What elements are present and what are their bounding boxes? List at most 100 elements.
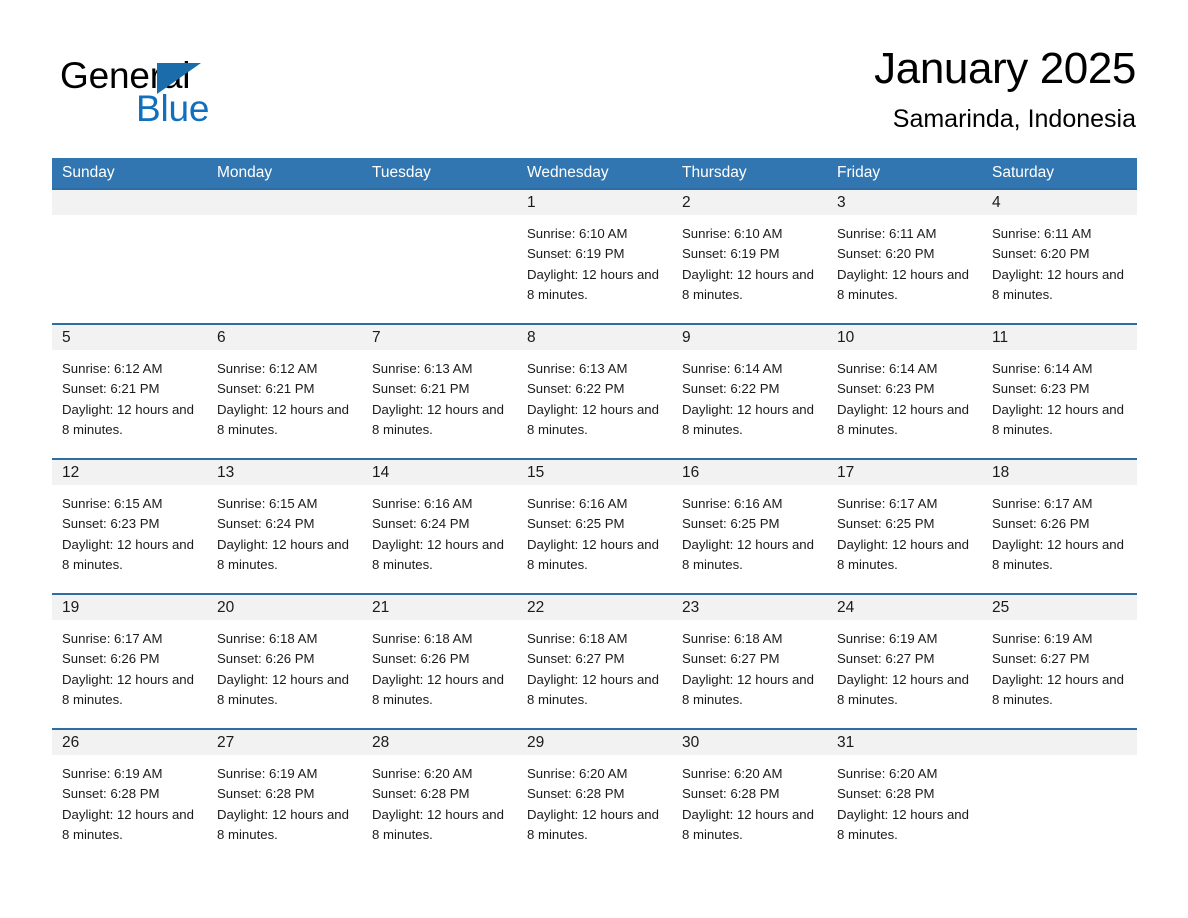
sunrise-text: Sunrise: 6:14 AM [837, 361, 938, 376]
day-cell[interactable]: 22 Sunrise: 6:18 AM Sunset: 6:27 PM Dayligh… [517, 595, 672, 728]
day-cell[interactable]: 24 Sunrise: 6:19 AM Sunset: 6:27 PM Dayligh… [827, 595, 982, 728]
day-cell[interactable]: 1 Sunrise: 6:10 AM Sunset: 6:19 PM Daylight… [517, 190, 672, 323]
day-details: Sunrise: 6:18 AM Sunset: 6:27 PM Daylight:… [672, 620, 827, 710]
sunrise-text: Sunrise: 6:18 AM [527, 631, 628, 646]
day-cell[interactable]: 13 Sunrise: 6:15 AM Sunset: 6:24 PM Dayligh… [207, 460, 362, 593]
daylight-text: Daylight: 12 hours and 8 minutes. [62, 806, 194, 842]
day-details: Sunrise: 6:19 AM Sunset: 6:28 PM Daylight:… [52, 755, 207, 845]
day-number: 2 [672, 190, 827, 215]
day-details: Sunrise: 6:14 AM Sunset: 6:22 PM Daylight:… [672, 350, 827, 440]
day-cell[interactable]: 28 Sunrise: 6:20 AM Sunset: 6:28 PM Dayligh… [362, 730, 517, 855]
sunset-text: Sunset: 6:23 PM [837, 381, 935, 397]
day-cell[interactable]: 8 Sunrise: 6:13 AM Sunset: 6:22 PM Daylight… [517, 325, 672, 458]
day-number [362, 190, 517, 215]
day-cell[interactable]: 23 Sunrise: 6:18 AM Sunset: 6:27 PM Dayligh… [672, 595, 827, 728]
page-header: General Blue January 2025 Samarinda, Ind… [52, 42, 1136, 152]
day-details: Sunrise: 6:18 AM Sunset: 6:27 PM Daylight:… [517, 620, 672, 710]
sunrise-text: Sunrise: 6:19 AM [217, 766, 318, 781]
day-cell[interactable]: 31 Sunrise: 6:20 AM Sunset: 6:28 PM Dayligh… [827, 730, 982, 855]
sunset-text: Sunset: 6:28 PM [837, 786, 935, 802]
day-cell[interactable]: 20 Sunrise: 6:18 AM Sunset: 6:26 PM Dayligh… [207, 595, 362, 728]
sunset-text: Sunset: 6:21 PM [372, 381, 470, 397]
day-details: Sunrise: 6:19 AM Sunset: 6:28 PM Daylight:… [207, 755, 362, 845]
sunset-text: Sunset: 6:28 PM [217, 786, 315, 802]
sunrise-text: Sunrise: 6:14 AM [682, 361, 783, 376]
daylight-text: Daylight: 12 hours and 8 minutes. [837, 266, 969, 302]
sunset-text: Sunset: 6:22 PM [682, 381, 780, 397]
day-cell[interactable]: 3 Sunrise: 6:11 AM Sunset: 6:20 PM Daylight… [827, 190, 982, 323]
day-details: Sunrise: 6:20 AM Sunset: 6:28 PM Daylight:… [672, 755, 827, 845]
daylight-text: Daylight: 12 hours and 8 minutes. [62, 401, 194, 437]
day-cell[interactable]: 5 Sunrise: 6:12 AM Sunset: 6:21 PM Daylight… [52, 325, 207, 458]
sunrise-text: Sunrise: 6:16 AM [527, 496, 628, 511]
day-details: Sunrise: 6:16 AM Sunset: 6:24 PM Daylight:… [362, 485, 517, 575]
day-number: 12 [52, 460, 207, 485]
day-details: Sunrise: 6:19 AM Sunset: 6:27 PM Daylight:… [982, 620, 1137, 710]
day-cell[interactable]: 27 Sunrise: 6:19 AM Sunset: 6:28 PM Dayligh… [207, 730, 362, 855]
day-number: 22 [517, 595, 672, 620]
daylight-text: Daylight: 12 hours and 8 minutes. [372, 671, 504, 707]
daylight-text: Daylight: 12 hours and 8 minutes. [837, 536, 969, 572]
sunset-text: Sunset: 6:25 PM [527, 516, 625, 532]
sunrise-text: Sunrise: 6:15 AM [217, 496, 318, 511]
daylight-text: Daylight: 12 hours and 8 minutes. [527, 266, 659, 302]
day-details: Sunrise: 6:18 AM Sunset: 6:26 PM Daylight:… [207, 620, 362, 710]
sunset-text: Sunset: 6:26 PM [62, 651, 160, 667]
day-cell[interactable]: 11 Sunrise: 6:14 AM Sunset: 6:23 PM Dayligh… [982, 325, 1137, 458]
day-cell[interactable]: 7 Sunrise: 6:13 AM Sunset: 6:21 PM Daylight… [362, 325, 517, 458]
day-cell[interactable]: 10 Sunrise: 6:14 AM Sunset: 6:23 PM Dayligh… [827, 325, 982, 458]
weekday-header-saturday: Saturday [992, 164, 1055, 181]
sunset-text: Sunset: 6:23 PM [62, 516, 160, 532]
day-number: 30 [672, 730, 827, 755]
day-details: Sunrise: 6:16 AM Sunset: 6:25 PM Daylight:… [517, 485, 672, 575]
day-details: Sunrise: 6:13 AM Sunset: 6:22 PM Daylight:… [517, 350, 672, 440]
day-cell[interactable]: 9 Sunrise: 6:14 AM Sunset: 6:22 PM Daylight… [672, 325, 827, 458]
day-number: 10 [827, 325, 982, 350]
daylight-text: Daylight: 12 hours and 8 minutes. [992, 266, 1124, 302]
sunrise-text: Sunrise: 6:17 AM [837, 496, 938, 511]
day-cell[interactable]: 6 Sunrise: 6:12 AM Sunset: 6:21 PM Daylight… [207, 325, 362, 458]
day-cell[interactable]: 16 Sunrise: 6:16 AM Sunset: 6:25 PM Dayligh… [672, 460, 827, 593]
daylight-text: Daylight: 12 hours and 8 minutes. [527, 806, 659, 842]
day-cell[interactable]: 19 Sunrise: 6:17 AM Sunset: 6:26 PM Dayligh… [52, 595, 207, 728]
general-blue-logo[interactable]: General Blue [60, 54, 320, 136]
day-cell[interactable]: 2 Sunrise: 6:10 AM Sunset: 6:19 PM Daylight… [672, 190, 827, 323]
day-cell[interactable]: 4 Sunrise: 6:11 AM Sunset: 6:20 PM Daylight… [982, 190, 1137, 323]
day-cell[interactable]: 17 Sunrise: 6:17 AM Sunset: 6:25 PM Dayligh… [827, 460, 982, 593]
day-cell[interactable]: 15 Sunrise: 6:16 AM Sunset: 6:25 PM Dayligh… [517, 460, 672, 593]
calendar-week-row: 19 Sunrise: 6:17 AM Sunset: 6:26 PM Dayligh… [52, 593, 1137, 728]
calendar-weeks: 1 Sunrise: 6:10 AM Sunset: 6:19 PM Daylight… [52, 188, 1137, 855]
sunrise-text: Sunrise: 6:18 AM [217, 631, 318, 646]
day-details: Sunrise: 6:17 AM Sunset: 6:26 PM Daylight:… [982, 485, 1137, 575]
day-cell[interactable]: 21 Sunrise: 6:18 AM Sunset: 6:26 PM Dayligh… [362, 595, 517, 728]
day-number: 19 [52, 595, 207, 620]
day-cell[interactable]: 18 Sunrise: 6:17 AM Sunset: 6:26 PM Dayligh… [982, 460, 1137, 593]
calendar-grid: Sunday Monday Tuesday Wednesday Thursday… [52, 158, 1137, 855]
day-cell[interactable]: 14 Sunrise: 6:16 AM Sunset: 6:24 PM Dayligh… [362, 460, 517, 593]
sunrise-text: Sunrise: 6:17 AM [62, 631, 163, 646]
day-details: Sunrise: 6:12 AM Sunset: 6:21 PM Daylight:… [207, 350, 362, 440]
weekday-header-sunday: Sunday [62, 164, 115, 181]
calendar-week-row: 1 Sunrise: 6:10 AM Sunset: 6:19 PM Daylight… [52, 188, 1137, 323]
day-cell[interactable]: 26 Sunrise: 6:19 AM Sunset: 6:28 PM Dayligh… [52, 730, 207, 855]
day-details: Sunrise: 6:14 AM Sunset: 6:23 PM Daylight:… [982, 350, 1137, 440]
sunrise-text: Sunrise: 6:15 AM [62, 496, 163, 511]
day-number: 31 [827, 730, 982, 755]
sunrise-text: Sunrise: 6:14 AM [992, 361, 1093, 376]
daylight-text: Daylight: 12 hours and 8 minutes. [62, 671, 194, 707]
day-details: Sunrise: 6:11 AM Sunset: 6:20 PM Daylight:… [827, 215, 982, 305]
day-details: Sunrise: 6:20 AM Sunset: 6:28 PM Daylight:… [827, 755, 982, 845]
day-cell[interactable]: 30 Sunrise: 6:20 AM Sunset: 6:28 PM Dayligh… [672, 730, 827, 855]
day-cell[interactable]: 12 Sunrise: 6:15 AM Sunset: 6:23 PM Dayligh… [52, 460, 207, 593]
day-number: 20 [207, 595, 362, 620]
sunrise-text: Sunrise: 6:18 AM [682, 631, 783, 646]
sunset-text: Sunset: 6:24 PM [372, 516, 470, 532]
day-number: 21 [362, 595, 517, 620]
day-cell[interactable]: 25 Sunrise: 6:19 AM Sunset: 6:27 PM Dayligh… [982, 595, 1137, 728]
day-number: 4 [982, 190, 1137, 215]
sunset-text: Sunset: 6:28 PM [62, 786, 160, 802]
day-number: 5 [52, 325, 207, 350]
sunrise-text: Sunrise: 6:19 AM [992, 631, 1093, 646]
sunset-text: Sunset: 6:26 PM [217, 651, 315, 667]
day-cell[interactable]: 29 Sunrise: 6:20 AM Sunset: 6:28 PM Dayligh… [517, 730, 672, 855]
